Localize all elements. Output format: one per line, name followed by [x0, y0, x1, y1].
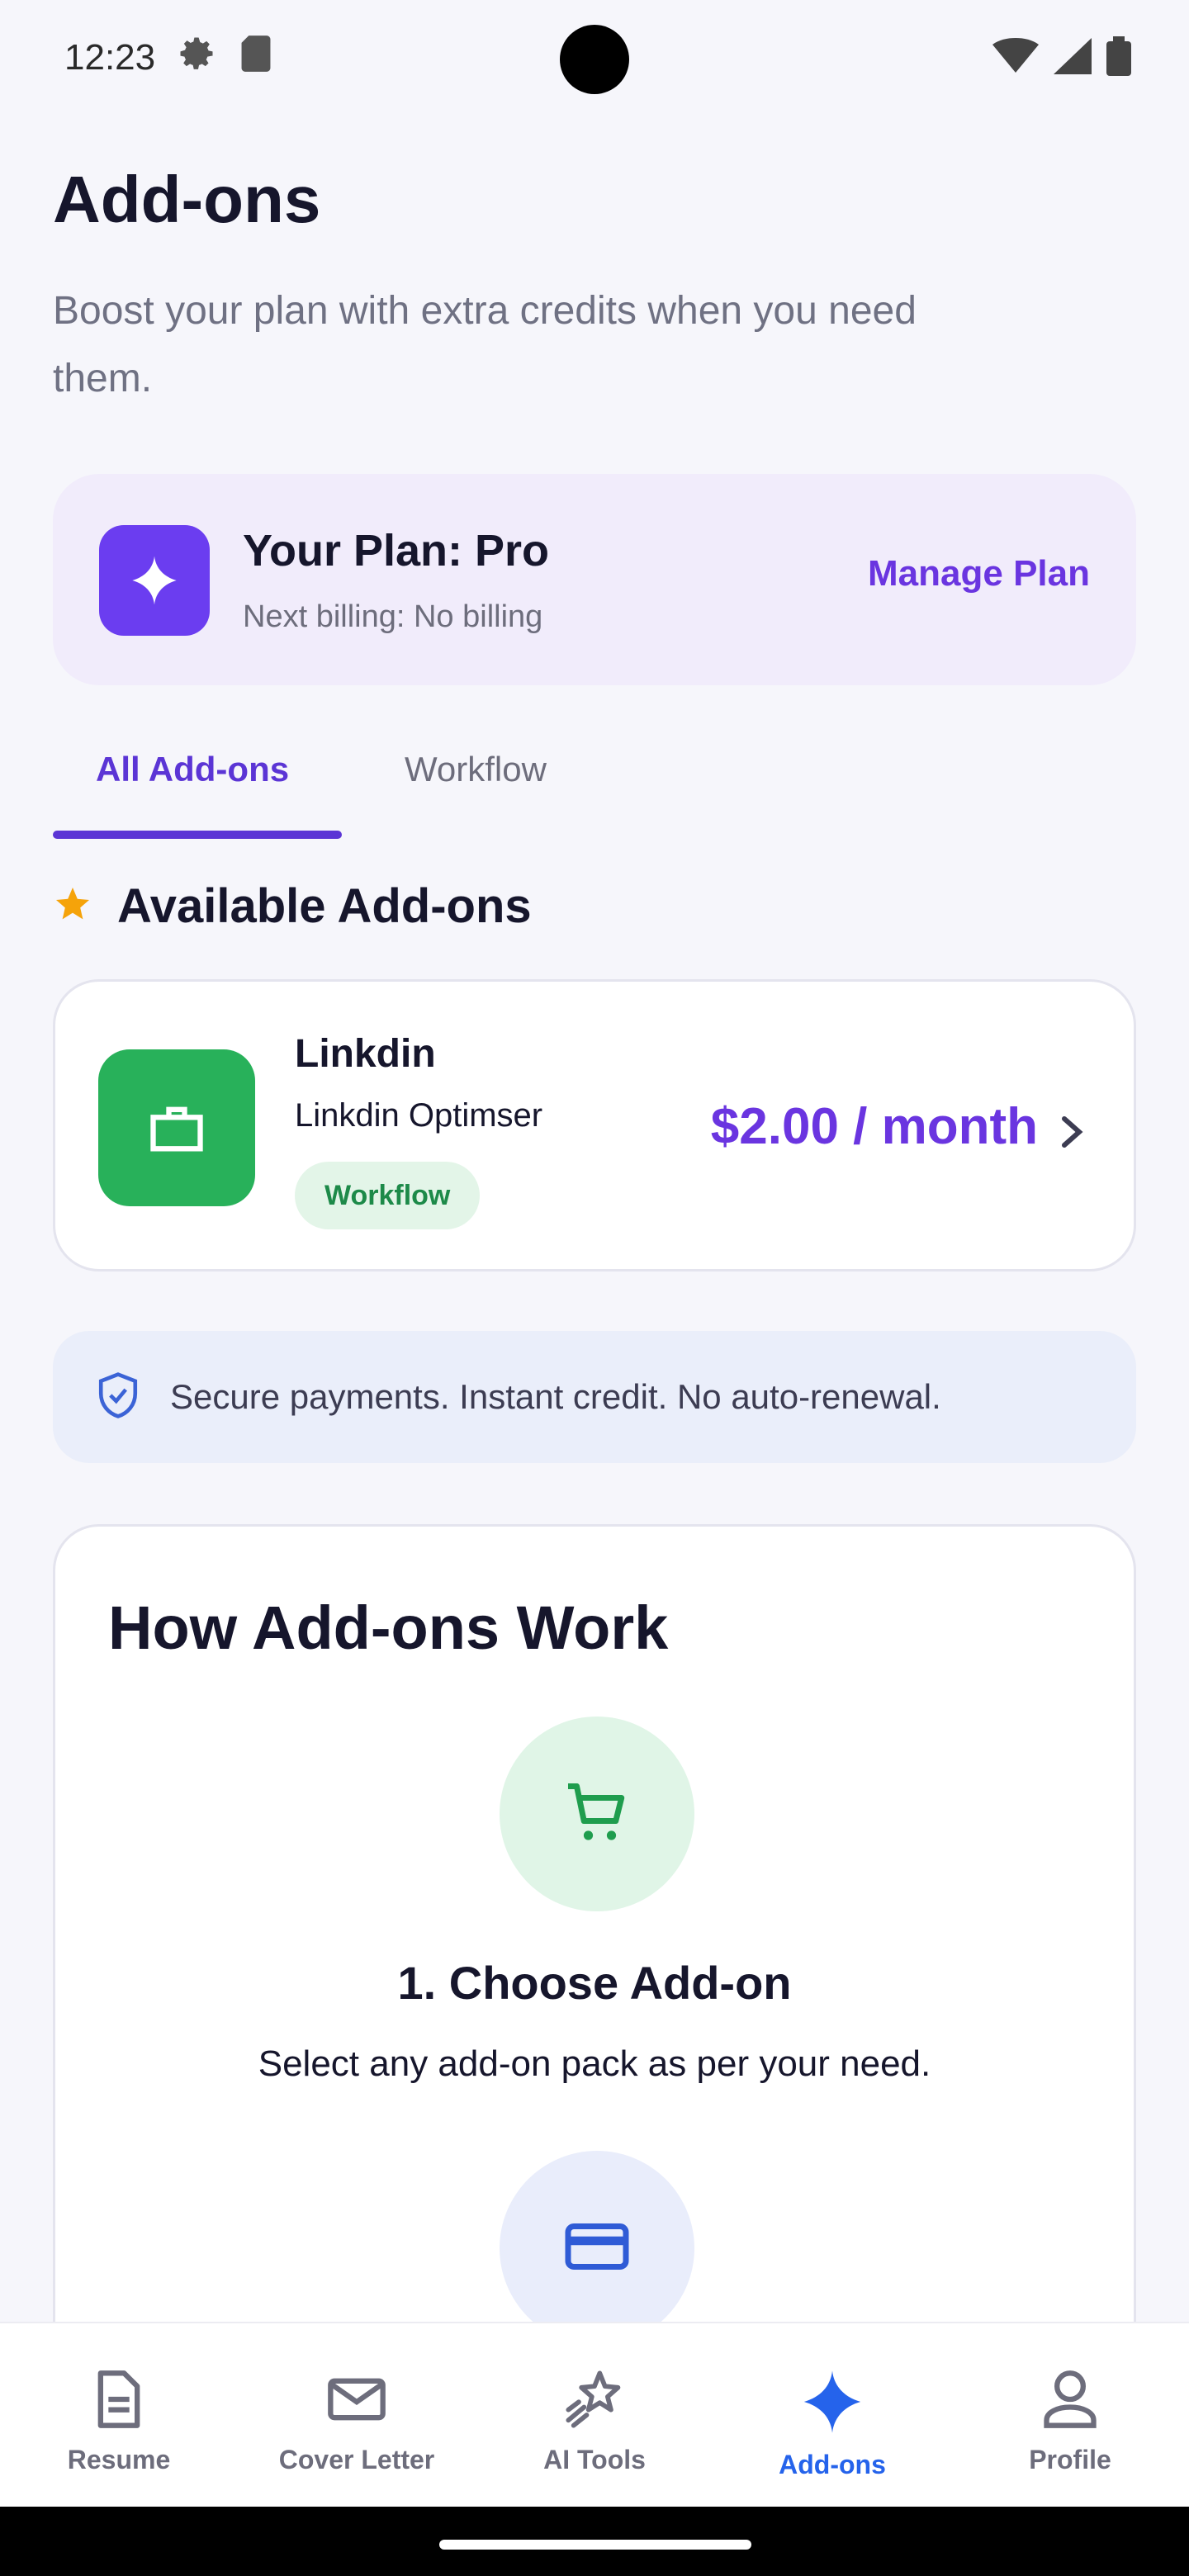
credit-card-icon: [562, 2212, 632, 2285]
page-subtitle: Boost your plan with extra credits when …: [53, 289, 917, 400]
nav-label: AI Tools: [543, 2445, 646, 2474]
nav-label: Resume: [67, 2445, 171, 2474]
chevron-right-icon: [1058, 1114, 1086, 1154]
nav-resume[interactable]: Resume: [0, 2323, 238, 2507]
signal-icon: [1054, 37, 1092, 78]
gesture-bar: [0, 2507, 1189, 2576]
addon-card-linkdin[interactable]: Linkdin Linkdin Optimser Workflow $2.00 …: [53, 979, 1136, 1271]
addon-description: Linkdin Optimser: [295, 1097, 543, 1134]
mail-icon: [325, 2368, 388, 2435]
addon-price: $2.00 / month: [710, 1098, 1038, 1155]
page-title: Add-ons: [53, 163, 321, 236]
active-tab-indicator: [53, 831, 342, 839]
nav-profile[interactable]: Profile: [951, 2323, 1189, 2507]
secure-text: Secure payments. Instant credit. No auto…: [170, 1377, 941, 1416]
how-title: How Add-ons Work: [108, 1593, 669, 1662]
tab-all-addons[interactable]: All Add-ons: [96, 750, 289, 789]
plan-title: Your Plan: Pro: [243, 526, 550, 575]
home-gesture-handle[interactable]: [439, 2540, 751, 2550]
sparkle-icon: [99, 525, 210, 636]
battery-icon: [1106, 36, 1131, 80]
manage-plan-button[interactable]: Manage Plan: [868, 553, 1090, 594]
document-icon: [91, 2368, 147, 2435]
settings-status-icon: [175, 32, 218, 84]
step-2-circle: [500, 2151, 694, 2346]
nav-ai-tools[interactable]: AI Tools: [476, 2323, 713, 2507]
step-1-description: Select any add-on pack as per your need.: [258, 2043, 931, 2084]
status-right: [992, 36, 1131, 80]
sd-card-status-icon: [238, 34, 274, 83]
secure-payments-banner: Secure payments. Instant credit. No auto…: [53, 1331, 1136, 1463]
plan-card: Your Plan: Pro Next billing: No billing …: [53, 474, 1136, 685]
sparkle-icon: [798, 2368, 866, 2440]
step-1-title: 1. Choose Add-on: [397, 1957, 792, 2009]
front-camera: [560, 25, 629, 94]
status-time: 12:23: [64, 37, 156, 78]
cart-icon: [562, 1778, 632, 1851]
sparkle-stars-icon: [561, 2368, 628, 2435]
nav-label: Add-ons: [779, 2450, 886, 2479]
addon-tag: Workflow: [295, 1162, 481, 1229]
step-1-circle: [500, 1717, 694, 1911]
tab-workflow[interactable]: Workflow: [405, 750, 547, 789]
addon-name: Linkdin: [295, 1032, 436, 1076]
available-addons-heading: Available Add-ons: [53, 878, 532, 934]
wifi-icon: [992, 37, 1039, 78]
section-title: Available Add-ons: [117, 879, 532, 933]
bottom-navigation: Resume Cover Letter AI Tools Add-ons Pro…: [0, 2322, 1189, 2507]
nav-label: Cover Letter: [278, 2445, 435, 2474]
status-left: 12:23: [64, 32, 274, 84]
plan-billing: Next billing: No billing: [243, 599, 543, 634]
briefcase-icon: [98, 1049, 255, 1206]
person-icon: [1040, 2368, 1100, 2435]
nav-cover-letter[interactable]: Cover Letter: [238, 2323, 476, 2507]
nav-add-ons[interactable]: Add-ons: [713, 2323, 951, 2507]
nav-label: Profile: [1029, 2445, 1111, 2474]
addon-tabs: All Add-ons Workflow: [53, 727, 1136, 842]
star-icon: [53, 884, 92, 928]
shield-check-icon: [94, 1371, 142, 1424]
